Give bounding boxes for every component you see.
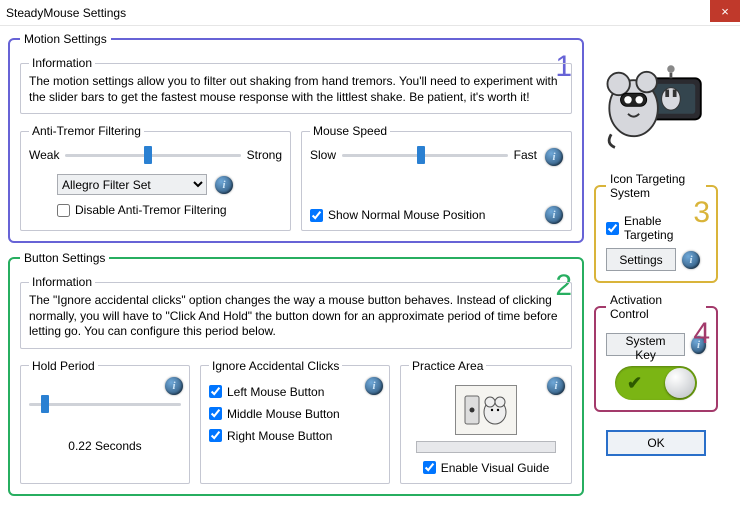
activation-control-group: Activation Control 4 System Key ✔ <box>594 293 718 412</box>
ignore-clicks-group: Ignore Accidental Clicks Left Mouse Butt… <box>200 359 390 484</box>
titlebar: SteadyMouse Settings × <box>0 0 740 26</box>
right-button-label[interactable]: Right Mouse Button <box>227 429 332 443</box>
weak-label: Weak <box>29 148 59 162</box>
anti-tremor-group: Anti-Tremor Filtering Weak Strong Allegr… <box>20 124 291 231</box>
hold-period-group: Hold Period 0.22 Seconds <box>20 359 190 484</box>
activation-legend: Activation Control <box>606 293 706 321</box>
practice-mouse-icon <box>461 390 511 430</box>
button-info-group: Information The "Ignore accidental click… <box>20 275 572 349</box>
info-icon[interactable] <box>547 377 565 395</box>
middle-button-label[interactable]: Middle Mouse Button <box>227 407 340 421</box>
info-icon[interactable] <box>365 377 383 395</box>
disable-filtering-label[interactable]: Disable Anti-Tremor Filtering <box>75 203 227 217</box>
activation-toggle[interactable]: ✔ <box>615 366 697 400</box>
left-button-label[interactable]: Left Mouse Button <box>227 385 324 399</box>
mouse-speed-legend: Mouse Speed <box>310 124 390 138</box>
info-icon[interactable] <box>545 206 563 224</box>
app-logo <box>594 32 718 162</box>
hold-period-slider[interactable] <box>29 395 181 413</box>
middle-button-checkbox[interactable] <box>209 407 222 420</box>
motion-info-group: Information The motion settings allow yo… <box>20 56 572 114</box>
mouse-speed-group: Mouse Speed Slow Fast Show Normal Mouse … <box>301 124 572 231</box>
anti-tremor-slider[interactable] <box>65 146 240 164</box>
visual-guide-checkbox[interactable] <box>423 461 436 474</box>
targeting-settings-button[interactable]: Settings <box>606 248 676 271</box>
ignore-legend: Ignore Accidental Clicks <box>209 359 342 373</box>
system-key-button[interactable]: System Key <box>606 333 685 356</box>
disable-filtering-checkbox[interactable] <box>57 204 70 217</box>
section-number-3: 3 <box>693 196 710 230</box>
motion-settings-group: Motion Settings 1 Information The motion… <box>8 32 584 243</box>
practice-legend: Practice Area <box>409 359 486 373</box>
motion-info-text: The motion settings allow you to filter … <box>29 74 563 105</box>
mouse-speed-slider[interactable] <box>342 146 508 164</box>
button-settings-group: Button Settings 2 Information The "Ignor… <box>8 251 584 496</box>
show-position-checkbox[interactable] <box>310 209 323 222</box>
practice-progress <box>416 441 556 453</box>
targeting-legend: Icon Targeting System <box>606 172 706 200</box>
button-info-text: The "Ignore accidental clicks" option ch… <box>29 293 563 340</box>
hold-period-value: 0.22 Seconds <box>29 439 181 453</box>
enable-targeting-checkbox[interactable] <box>606 222 619 235</box>
motion-info-legend: Information <box>29 56 95 70</box>
show-position-label[interactable]: Show Normal Mouse Position <box>328 208 485 222</box>
hold-legend: Hold Period <box>29 359 98 373</box>
window-title: SteadyMouse Settings <box>6 6 126 20</box>
close-button[interactable]: × <box>710 0 740 22</box>
close-icon: × <box>721 4 729 19</box>
checkmark-icon: ✔ <box>627 373 642 394</box>
info-icon[interactable] <box>165 377 183 395</box>
ok-button[interactable]: OK <box>606 430 706 456</box>
button-legend: Button Settings <box>20 251 109 265</box>
practice-area-group: Practice Area <box>400 359 572 484</box>
practice-target[interactable] <box>455 385 517 435</box>
slow-label: Slow <box>310 148 336 162</box>
visual-guide-label[interactable]: Enable Visual Guide <box>441 461 550 475</box>
info-icon[interactable] <box>682 251 700 269</box>
filter-set-select[interactable]: Allegro Filter Set <box>57 174 207 195</box>
button-info-legend: Information <box>29 275 95 289</box>
right-button-checkbox[interactable] <box>209 429 222 442</box>
icon-targeting-group: Icon Targeting System 3 Enable Targeting… <box>594 172 718 283</box>
strong-label: Strong <box>247 148 282 162</box>
anti-tremor-legend: Anti-Tremor Filtering <box>29 124 144 138</box>
section-number-4: 4 <box>693 317 710 351</box>
motion-legend: Motion Settings <box>20 32 111 46</box>
left-button-checkbox[interactable] <box>209 385 222 398</box>
fast-label: Fast <box>514 148 537 162</box>
toggle-knob <box>665 368 695 398</box>
info-icon[interactable] <box>215 176 233 194</box>
